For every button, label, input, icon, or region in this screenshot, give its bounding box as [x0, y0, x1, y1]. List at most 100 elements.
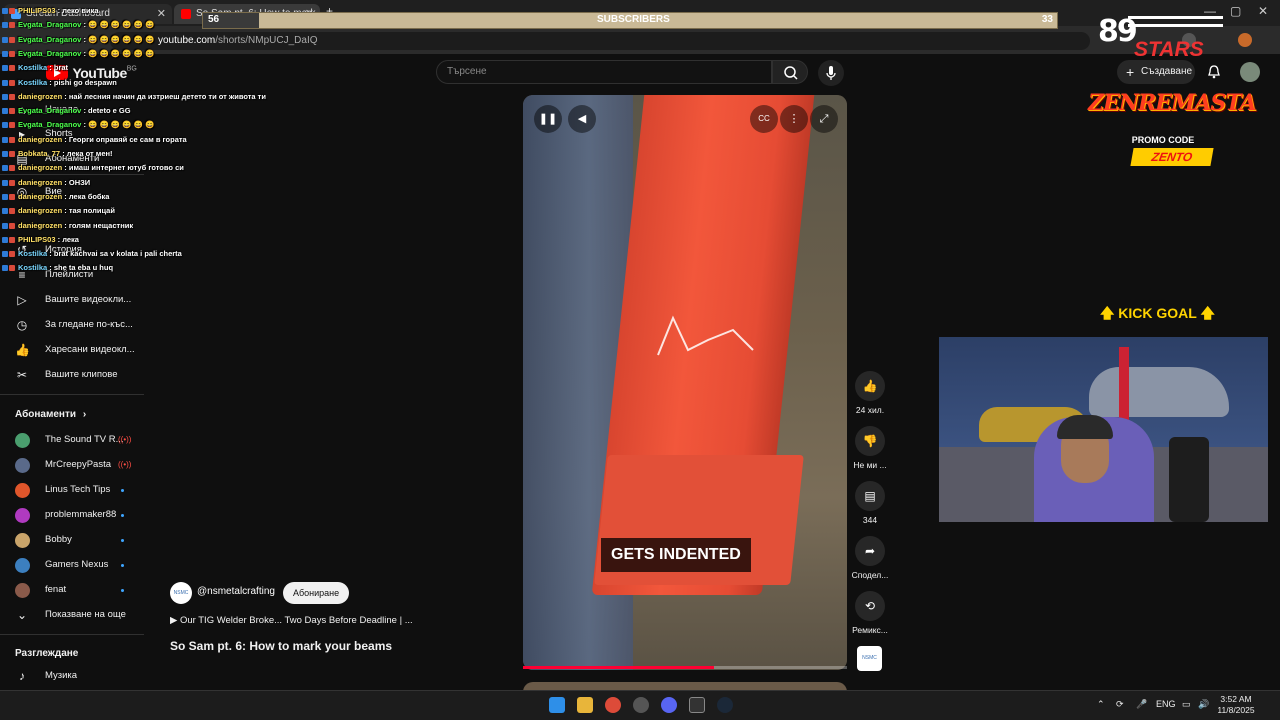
share-icon: ➦	[855, 536, 885, 566]
platform-badge-icon	[2, 8, 8, 15]
sidebar-item-watch-later[interactable]: ◷ За гледане по-къс...	[0, 313, 144, 337]
bell-icon	[1208, 65, 1220, 79]
discord-icon[interactable]	[661, 697, 677, 713]
channel-avatar[interactable]: NSMC	[170, 582, 192, 604]
platform-badge-icon	[2, 236, 8, 243]
video-progress-fill	[523, 666, 715, 669]
chat-text: brat	[53, 63, 69, 73]
volume-button[interactable]: ◀	[568, 105, 596, 133]
shorts-player[interactable]	[523, 95, 847, 670]
pause-button[interactable]: ❚❚	[534, 105, 562, 133]
account-avatar[interactable]	[1240, 62, 1260, 82]
subscription-item[interactable]: problemmaker88	[0, 503, 144, 527]
subscription-item[interactable]: The Sound TV R... ((•))	[0, 428, 144, 452]
search-input[interactable]: Търсене	[436, 60, 772, 84]
chat-username: daniegrozen	[18, 206, 63, 216]
subscription-item[interactable]: Gamers Nexus	[0, 553, 144, 577]
chat-username: Kostilka	[18, 77, 48, 87]
explore-heading: Разглеждане	[15, 648, 79, 659]
sidebar-item-clips[interactable]: ✂ Вашите клипове	[0, 363, 144, 387]
sidebar-item-your-videos[interactable]: ▷ Вашите видеокли...	[0, 288, 144, 312]
tray-overflow-icon[interactable]: ⌃	[1097, 699, 1105, 710]
voice-search-button[interactable]	[818, 60, 844, 86]
playlist-label: Our TIG Welder Broke... Two Days Before …	[179, 615, 413, 626]
user-badge-icon	[9, 179, 15, 186]
chat-username: Evgata_Draganov	[18, 106, 82, 116]
platform-badge-icon	[2, 22, 8, 29]
subscription-item[interactable]: fenat	[0, 578, 144, 602]
subscription-item[interactable]: MrCreepyPasta ((•))	[0, 453, 144, 477]
profile-icon[interactable]	[1238, 33, 1252, 47]
subscriptions-heading[interactable]: Абонаменти ›	[15, 409, 86, 420]
close-tab-icon[interactable]: ✕	[157, 4, 166, 24]
chat-text: pishi go despawn	[53, 77, 117, 87]
share-button[interactable]: ➦ Сподел...	[851, 536, 889, 580]
subscription-item[interactable]: Linus Tech Tips	[0, 478, 144, 502]
fullscreen-button[interactable]: ⤢	[810, 105, 838, 133]
show-more-button[interactable]: ⌄ Показване на още	[0, 603, 144, 627]
dislike-button[interactable]: 👎 Не ми ...	[851, 426, 889, 470]
sidebar-item-label: Музика	[45, 670, 78, 681]
terminal-icon[interactable]	[689, 697, 705, 713]
more-options-button[interactable]: ⋮	[780, 105, 808, 133]
chat-username: daniegrozen	[18, 220, 63, 230]
chat-username: PHILIPS03	[18, 234, 56, 244]
captions-button[interactable]: CC	[750, 105, 778, 133]
logo-stripe	[1128, 24, 1223, 27]
subscribe-button[interactable]: Абониране	[283, 582, 350, 604]
url-host: youtube.com	[158, 35, 216, 46]
sidebar-item-label: Вашите видеокли...	[45, 294, 132, 305]
chat-message: PHILIPS03 : леко вика	[2, 4, 99, 18]
logo-region: BG	[126, 65, 137, 73]
chat-message: Evgata_Draganov : 😄 😄 😄 😄 😄 😄	[2, 18, 154, 32]
fullscreen-icon: ⤢	[819, 113, 829, 125]
volume-tray-icon[interactable]: 🔊	[1198, 699, 1209, 710]
chrome-icon[interactable]	[605, 697, 621, 713]
close-window-button[interactable]: ✕	[1258, 4, 1268, 18]
notifications-button[interactable]	[1206, 64, 1222, 80]
chalk-mark-image	[657, 315, 754, 356]
like-button[interactable]: 👍 24 хил.	[851, 371, 889, 415]
language-indicator[interactable]: ENG	[1156, 699, 1176, 709]
user-badge-icon	[9, 122, 15, 129]
remix-button[interactable]: ⟲ Ремикс...	[851, 591, 889, 635]
screen: Stream Dashboard ✕ So Sam pt. 6: How to …	[0, 0, 1280, 720]
comments-button[interactable]: ▤ 344	[851, 481, 889, 525]
audio-source-thumbnail[interactable]: NSMC	[857, 646, 882, 671]
file-explorer-icon[interactable]	[577, 697, 593, 713]
chat-text: лека от мен!	[66, 149, 113, 158]
network-icon[interactable]: ▭	[1182, 699, 1191, 710]
sidebar-item-liked-videos[interactable]: 👍 Харесани видеокл...	[0, 338, 144, 362]
sidebar-divider	[0, 394, 144, 395]
arrow-up-icon: 🡅	[1196, 305, 1215, 321]
volume-icon: ◀	[577, 113, 587, 125]
platform-badge-icon	[2, 265, 8, 272]
video-progress-bar[interactable]	[523, 666, 847, 669]
search-button[interactable]	[772, 60, 808, 84]
playlist-link[interactable]: ▶ Our TIG Welder Broke... Two Days Befor…	[170, 615, 413, 626]
channel-avatar	[15, 458, 30, 473]
new-content-dot	[121, 564, 124, 567]
plus-icon: +	[1126, 64, 1135, 80]
create-button[interactable]: + Създаване	[1117, 60, 1195, 84]
user-badge-icon	[9, 22, 15, 29]
chat-message: Kostilka : she ta eba u huq	[2, 261, 113, 275]
user-badge-icon	[9, 265, 15, 272]
remix-icon: ⟲	[855, 591, 885, 621]
channel-name[interactable]: @nsmetalcrafting	[197, 586, 275, 597]
chat-message: daniegrozen : най лесния начин да изтрие…	[2, 90, 266, 104]
address-bar[interactable]: youtube.com/shorts/NMpUCJ_DaIQ	[110, 32, 1090, 50]
promo-code: ZENTO	[1130, 148, 1214, 166]
maximize-button[interactable]: ▢	[1230, 4, 1241, 18]
chat-username: Evgata_Draganov	[18, 48, 82, 58]
steam-icon[interactable]	[717, 697, 733, 713]
start-menu-icon[interactable]	[549, 697, 565, 713]
obs-icon[interactable]	[633, 697, 649, 713]
system-clock[interactable]: 3:52 AM 11/8/2025	[1214, 694, 1258, 716]
subscriptions-heading-label: Абонаменти	[15, 409, 77, 420]
sidebar-item-label: Вашите клипове	[45, 369, 118, 380]
clock-date: 11/8/2025	[1217, 705, 1255, 715]
sidebar-item-music[interactable]: ♪ Музика	[0, 664, 144, 688]
subscription-item[interactable]: Bobby	[0, 528, 144, 552]
sync-icon: ⟳	[1116, 699, 1124, 709]
